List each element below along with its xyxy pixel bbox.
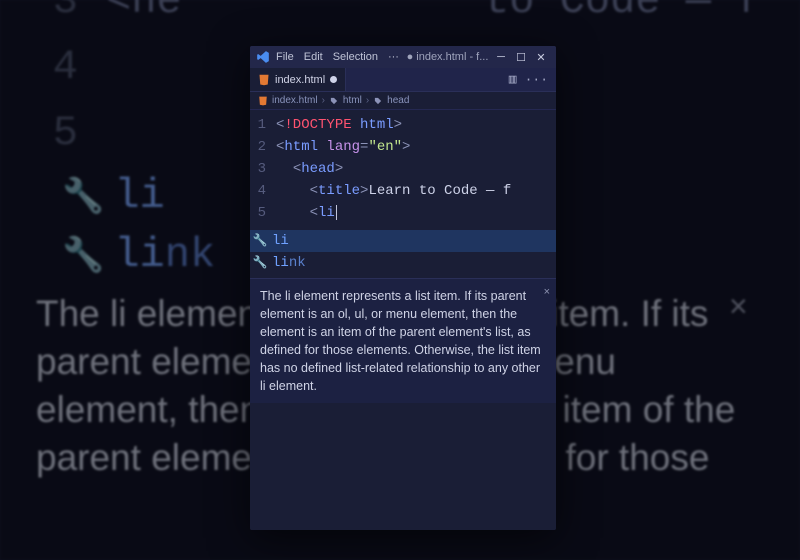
vscode-logo-icon xyxy=(256,50,270,64)
line-number: 2 xyxy=(250,136,276,158)
suggestion-li[interactable]: 🔧 li xyxy=(250,230,556,252)
title-bar: File Edit Selection ··· ● index.html - f… xyxy=(250,46,556,68)
suggestion-doc: The li element represents a list item. I… xyxy=(250,278,556,403)
doc-text: The li element represents a list item. I… xyxy=(260,289,541,393)
code-content: <li xyxy=(276,202,337,224)
intellisense-popup: 🔧 li 🔧 link The li element represents a … xyxy=(250,230,556,403)
tab-dirty-indicator-icon xyxy=(330,76,337,83)
code-content: <title>Learn to Code — f xyxy=(276,180,511,202)
vscode-window: File Edit Selection ··· ● index.html - f… xyxy=(250,46,556,530)
maximize-button[interactable]: ☐ xyxy=(512,48,530,66)
doc-close-icon[interactable]: × xyxy=(544,283,550,301)
bg-suggestions: 🔧li 🔧link xyxy=(62,168,215,286)
code-line: 3 <head> xyxy=(250,158,556,180)
code-content: <!DOCTYPE html> xyxy=(276,114,402,136)
code-line: 1<!DOCTYPE html> xyxy=(250,114,556,136)
code-line: 2<html lang="en"> xyxy=(250,136,556,158)
split-editor-icon[interactable]: ▥ xyxy=(509,72,517,87)
file-icon xyxy=(258,96,268,106)
code-content: <html lang="en"> xyxy=(276,136,410,158)
line-number: 1 xyxy=(250,114,276,136)
tab-label: index.html xyxy=(275,74,325,86)
close-button[interactable]: ✕ xyxy=(532,48,550,66)
line-number: 5 xyxy=(250,202,276,224)
code-line: 4 <title>Learn to Code — f xyxy=(250,180,556,202)
menu-selection[interactable]: Selection xyxy=(329,51,382,63)
tab-index-html[interactable]: index.html xyxy=(250,68,346,91)
text-cursor xyxy=(336,205,337,220)
window-title: ● index.html - f... xyxy=(405,51,490,63)
code-line: 5 <li xyxy=(250,202,556,224)
editor[interactable]: 1<!DOCTYPE html>2<html lang="en">3 <head… xyxy=(250,110,556,530)
menu-overflow[interactable]: ··· xyxy=(384,51,403,63)
tab-bar: index.html ▥ ··· xyxy=(250,68,556,92)
code-content: <head> xyxy=(276,158,343,180)
wrench-icon: 🔧 xyxy=(252,252,268,274)
line-number: 3 xyxy=(250,158,276,180)
editor-lines: 1<!DOCTYPE html>2<html lang="en">3 <head… xyxy=(250,114,556,224)
menu-edit[interactable]: Edit xyxy=(300,51,327,63)
crumb-html[interactable]: html xyxy=(343,95,362,106)
line-number: 4 xyxy=(250,180,276,202)
wrench-icon: 🔧 xyxy=(252,230,268,252)
minimize-button[interactable]: ─ xyxy=(492,48,510,66)
menu-file[interactable]: File xyxy=(272,51,298,63)
tag-icon xyxy=(329,96,339,106)
crumb-file[interactable]: index.html xyxy=(272,95,318,106)
tag-icon xyxy=(373,96,383,106)
tab-actions-more-icon[interactable]: ··· xyxy=(525,72,548,87)
breadcrumb[interactable]: index.html › html › head xyxy=(250,92,556,110)
html-file-icon xyxy=(258,74,270,86)
bg-close-icon: × xyxy=(729,290,748,327)
suggestion-link[interactable]: 🔧 link xyxy=(250,252,556,274)
crumb-head[interactable]: head xyxy=(387,95,409,106)
